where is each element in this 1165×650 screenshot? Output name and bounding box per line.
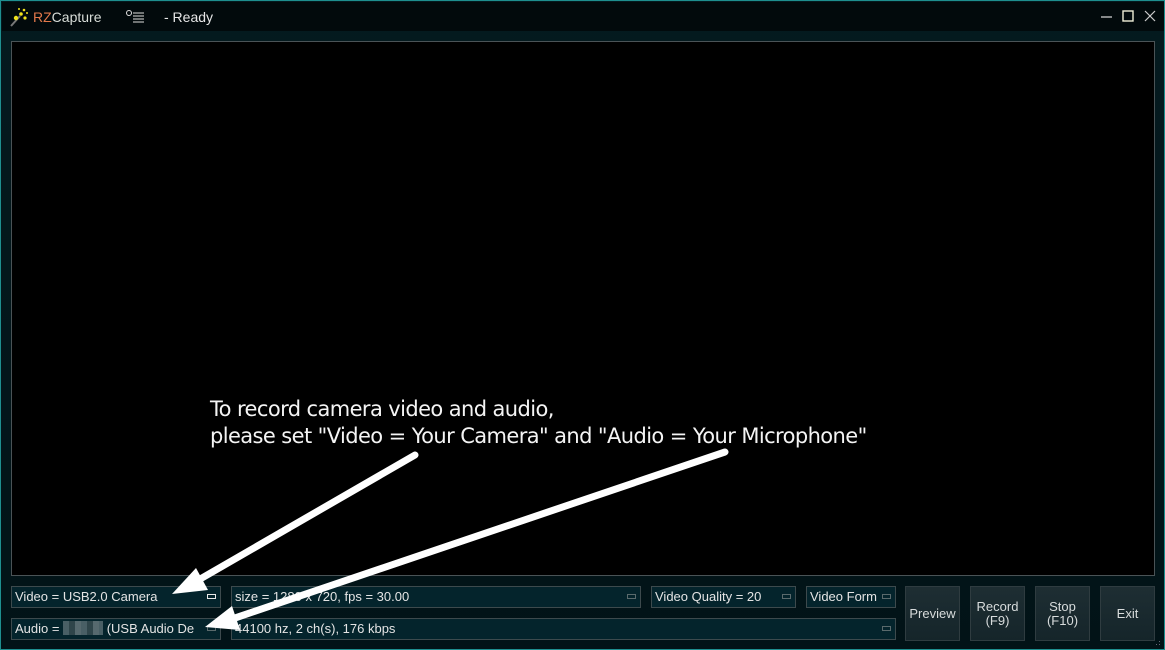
maximize-icon[interactable]: [1118, 7, 1138, 27]
video-quality-value: Video Quality = 20: [655, 589, 762, 604]
resize-grip-icon[interactable]: [1153, 638, 1161, 646]
magic-wand-icon: [10, 8, 28, 27]
instruction-line-2: please set "Video = Your Camera" and "Au…: [210, 424, 867, 448]
audio-format-select[interactable]: 44100 hz, 2 ch(s), 176 kbps: [231, 618, 896, 640]
dropdown-icon: [782, 594, 791, 599]
video-format-select[interactable]: size = 1280 x 720, fps = 30.00: [231, 586, 641, 608]
audio-device-value: Audio = (USB Audio De: [15, 619, 194, 639]
preview-button-label: Preview: [909, 605, 956, 621]
stop-button[interactable]: Stop (F10): [1035, 586, 1090, 641]
dropdown-icon: [627, 594, 636, 599]
app-title: RZCapture: [33, 9, 101, 25]
dropdown-icon: [207, 626, 216, 631]
video-preview-area: [11, 41, 1155, 576]
record-button[interactable]: Record (F9): [970, 586, 1025, 641]
audio-device-prefix: Audio =: [15, 621, 64, 636]
video-format-value: size = 1280 x 720, fps = 30.00: [235, 589, 410, 604]
record-label-line2: (F9): [985, 612, 1010, 628]
audio-device-suffix: (USB Audio De: [103, 621, 195, 636]
dropdown-icon: [882, 626, 891, 631]
app-title-rest: Capture: [51, 9, 102, 25]
redacted-device-name: [63, 621, 104, 635]
close-icon[interactable]: [1140, 7, 1160, 27]
dropdown-icon: [207, 594, 216, 599]
stop-label-line1: Stop: [1049, 598, 1076, 614]
video-device-select[interactable]: Video = USB2.0 Camera: [11, 586, 221, 608]
stop-label-line2: (F10): [1046, 612, 1079, 628]
video-format-type-select[interactable]: Video Form: [806, 586, 896, 608]
app-window: RZCapture - Ready To record camera video…: [0, 0, 1165, 650]
minimize-icon[interactable]: [1096, 7, 1116, 27]
title-bar[interactable]: RZCapture - Ready: [2, 2, 1164, 31]
preview-button[interactable]: Preview: [905, 586, 960, 641]
exit-button-label: Exit: [1116, 605, 1139, 621]
instruction-line-1: To record camera video and audio,: [210, 397, 554, 421]
dropdown-icon: [882, 594, 891, 599]
video-device-value: Video = USB2.0 Camera: [15, 589, 158, 604]
instruction-text: To record camera video and audio, please…: [210, 396, 867, 450]
stop-button-label: Stop (F10): [1046, 598, 1079, 628]
app-title-prefix: RZ: [33, 9, 52, 25]
video-quality-select[interactable]: Video Quality = 20: [651, 586, 796, 608]
record-button-label: Record (F9): [976, 598, 1019, 628]
settings-list-icon[interactable]: [125, 9, 145, 25]
audio-device-select[interactable]: Audio = (USB Audio De: [11, 618, 221, 640]
audio-format-value: 44100 hz, 2 ch(s), 176 kbps: [235, 621, 396, 636]
record-label-line1: Record: [976, 598, 1019, 614]
status-text: - Ready: [164, 9, 214, 25]
video-format-type-value: Video Form: [810, 589, 877, 604]
exit-button[interactable]: Exit: [1100, 586, 1155, 641]
